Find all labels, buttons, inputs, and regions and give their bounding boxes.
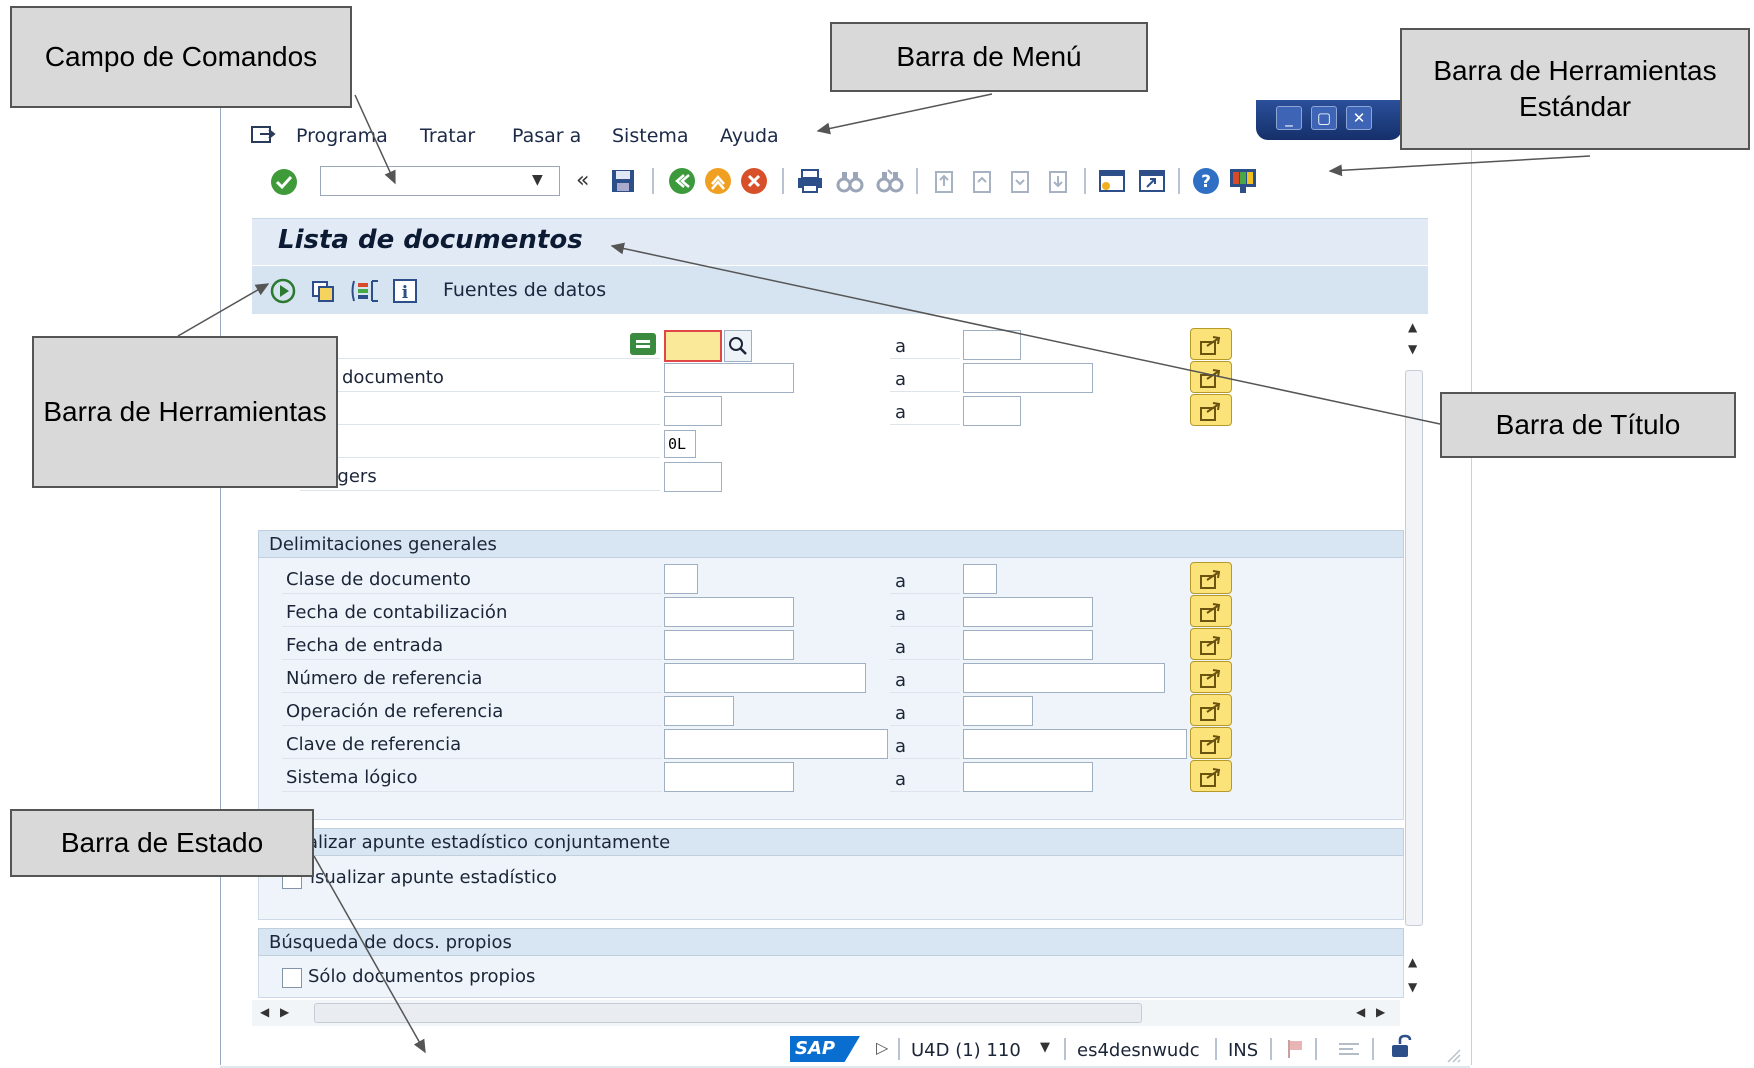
callout-title-bar: Barra de Título bbox=[1440, 392, 1736, 458]
callout-command-field: Campo de Comandos bbox=[10, 6, 352, 108]
callout-menu-bar: Barra de Menú bbox=[830, 22, 1148, 92]
callout-status-bar: Barra de Estado bbox=[10, 809, 314, 877]
callout-toolbar: Barra de Herramientas bbox=[32, 336, 338, 488]
callout-standard-toolbar: Barra de Herramientas Estándar bbox=[1400, 28, 1750, 150]
annotation-arrows bbox=[177, 93, 1591, 1054]
